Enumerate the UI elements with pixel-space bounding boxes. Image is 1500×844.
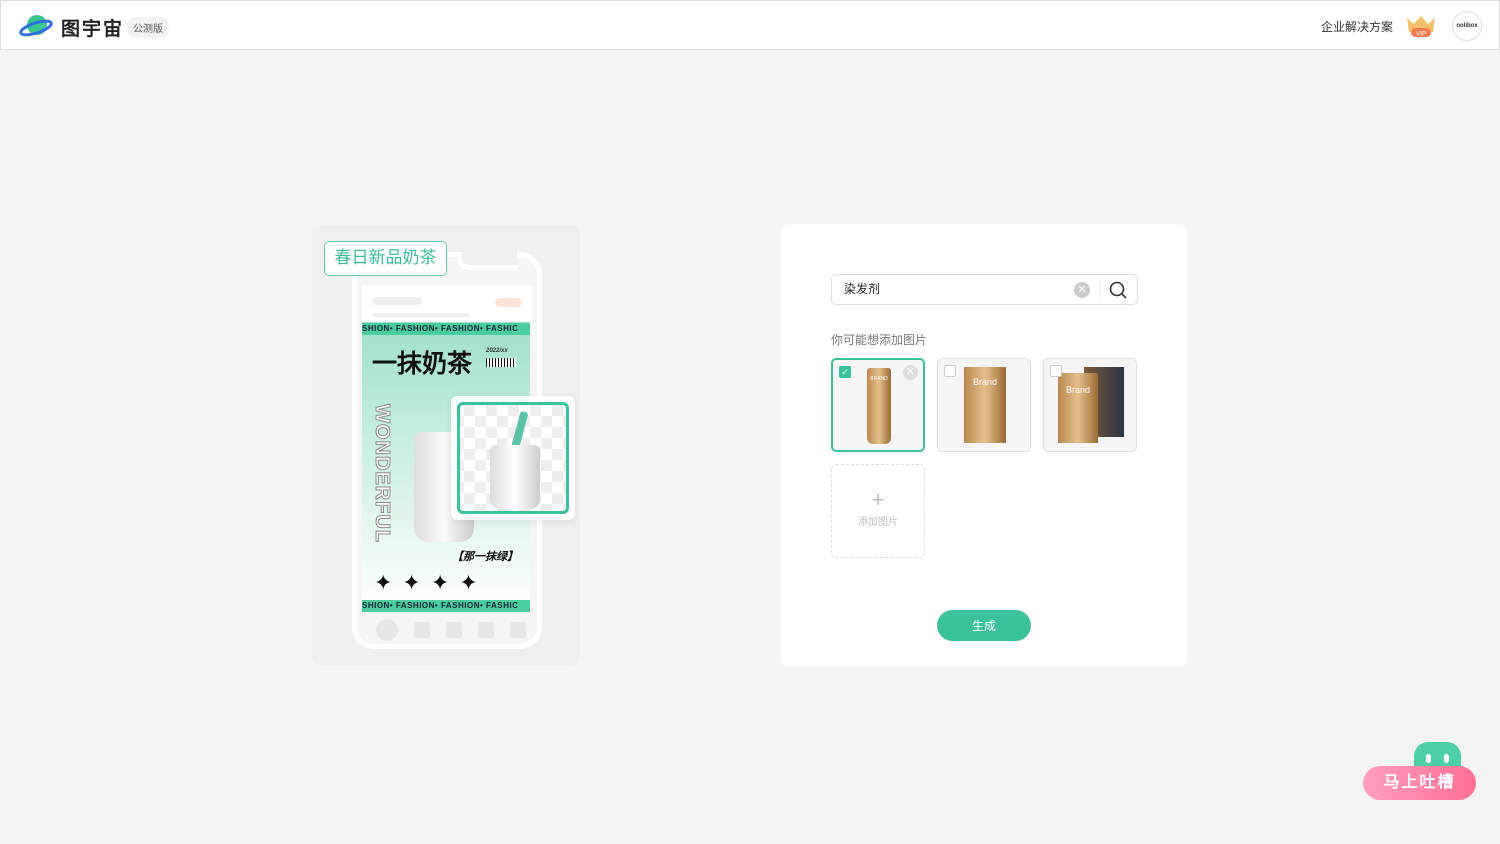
add-image-label: 添加图片 — [858, 517, 898, 528]
generate-button[interactable]: 生成 — [937, 610, 1031, 641]
thumbnail-item[interactable]: Brand — [1043, 358, 1137, 452]
poster-stars: ✦✦✦✦ — [374, 570, 488, 595]
product-box: Brand — [964, 367, 1006, 443]
nav-dot — [414, 622, 430, 638]
phone-nav — [362, 612, 532, 652]
poster-title: 一抹奶茶 — [372, 350, 473, 378]
checkbox[interactable] — [944, 365, 956, 377]
remove-icon[interactable]: ✕ — [903, 365, 918, 380]
product-box: Brand — [1058, 373, 1098, 443]
product-tube: BRAND — [867, 368, 891, 444]
divider — [1099, 281, 1100, 299]
cup-cutout — [490, 445, 540, 509]
add-image-button[interactable]: + 添加图片 — [831, 464, 925, 558]
search-box: ✕ — [831, 274, 1138, 305]
barcode — [486, 358, 516, 367]
image-panel: ✕ 你可能想添加图片 BRAND ✓ ✕ Brand Brand + 添加图片 … — [781, 224, 1187, 666]
poster-slogan: 【那一抹绿】 — [452, 551, 518, 563]
placeholder-bar — [372, 297, 422, 305]
cutout-frame — [457, 402, 569, 514]
poster-strip-bottom: SHION• FASHION• FASHION• FASHIC — [362, 600, 530, 612]
clear-icon[interactable]: ✕ — [1074, 282, 1090, 298]
nav-dot — [510, 622, 526, 638]
poster-strip-top: SHION• FASHION• FASHION• FASHIC — [362, 323, 530, 335]
enterprise-solutions-link[interactable]: 企业解决方案 — [1321, 18, 1393, 35]
nav-dot — [376, 619, 398, 641]
nav-dot — [478, 622, 494, 638]
planet-logo-icon[interactable] — [19, 13, 53, 39]
poster-tag: 春日新品奶茶 — [324, 241, 447, 276]
search-input[interactable] — [844, 281, 1064, 295]
brand-name[interactable]: 图宇宙 — [61, 14, 124, 41]
nav-dot — [446, 622, 462, 638]
cutout-preview — [451, 396, 575, 520]
vip-crown-icon[interactable]: VIP — [1405, 14, 1437, 38]
thumbnail-item[interactable]: Brand — [937, 358, 1031, 452]
search-icon[interactable] — [1108, 280, 1128, 300]
placeholder-pill — [495, 298, 522, 307]
plus-icon: + — [871, 487, 885, 512]
poster-year: 2022/xx — [486, 348, 508, 354]
feedback-button[interactable]: 马上吐槽 — [1363, 742, 1477, 802]
user-avatar[interactable]: nolibox — [1452, 11, 1482, 41]
suggestion-hint: 你可能想添加图片 — [831, 333, 928, 347]
beta-badge: 公测版 — [127, 17, 169, 38]
feedback-label: 马上吐槽 — [1363, 766, 1476, 800]
checkbox-checked[interactable]: ✓ — [839, 366, 851, 378]
top-header: 图宇宙 公测版 企业解决方案 VIP nolibox — [0, 0, 1500, 50]
placeholder-bar — [372, 313, 470, 317]
vip-label: VIP — [1416, 31, 1426, 38]
checkbox[interactable] — [1050, 365, 1062, 377]
phone-top-bar — [362, 285, 532, 325]
thumbnail-item[interactable]: BRAND ✓ ✕ — [831, 358, 925, 452]
poster-vertical-text: WONDERFUL — [370, 404, 393, 544]
phone-notch — [457, 252, 517, 270]
